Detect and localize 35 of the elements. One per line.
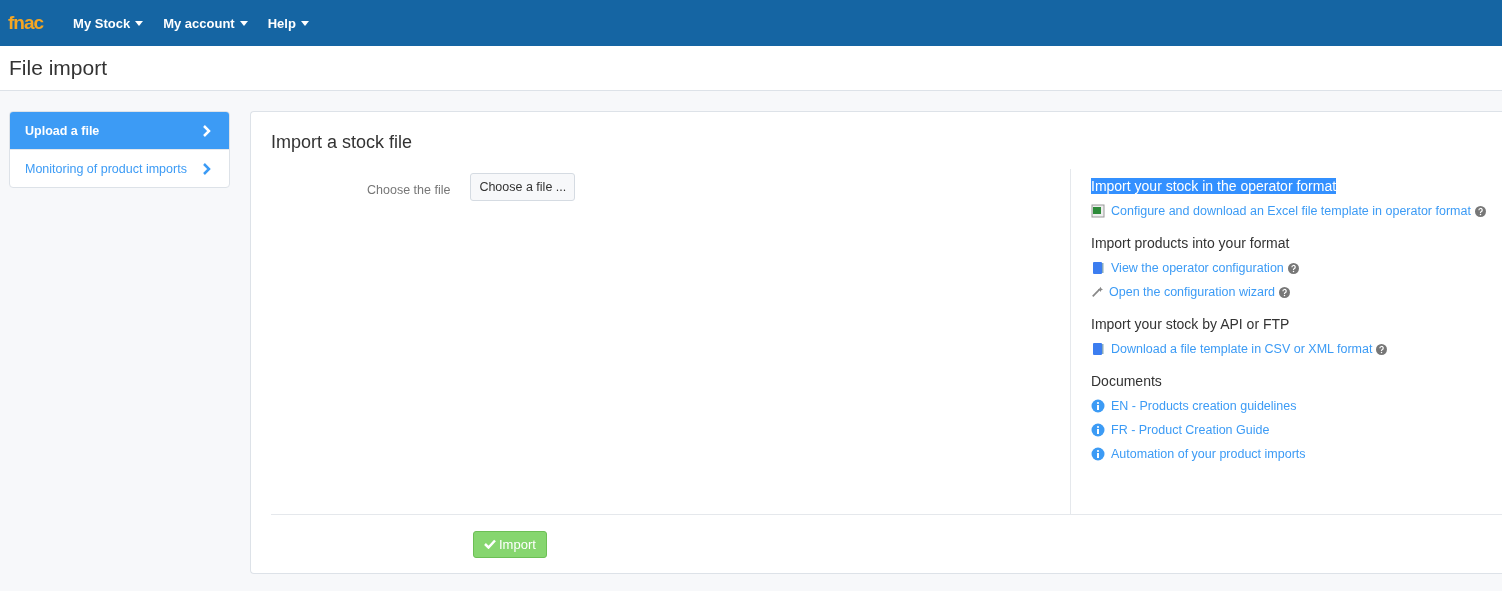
- book-icon: [1091, 261, 1105, 275]
- help-icon: [1279, 286, 1291, 298]
- chevron-icon: [203, 124, 211, 137]
- import-button[interactable]: Import: [473, 530, 547, 558]
- section-heading: Import your stock by API or FTP: [1091, 316, 1290, 332]
- nav-menu[interactable]: Help: [267, 15, 309, 31]
- help-link[interactable]: EN - Products creation guidelines: [1111, 399, 1297, 413]
- help-icon: [1287, 262, 1299, 274]
- sidebar-item[interactable]: Monitoring of product imports: [10, 149, 229, 187]
- choose-file-button[interactable]: Choose a file ...: [470, 173, 576, 201]
- logo[interactable]: fnac: [8, 12, 44, 34]
- section-heading: Documents: [1091, 373, 1162, 389]
- check-icon: [484, 539, 496, 549]
- help-link[interactable]: Automation of your product imports: [1111, 447, 1306, 461]
- info-icon: [1091, 447, 1105, 461]
- help-link[interactable]: FR - Product Creation Guide: [1111, 423, 1270, 437]
- wand-icon: [1091, 286, 1103, 298]
- caret-icon: [300, 20, 309, 26]
- field-label: Choose the file: [367, 183, 451, 197]
- info-icon: [1091, 399, 1105, 413]
- caret-icon: [239, 20, 248, 26]
- nav-menu[interactable]: My account: [163, 15, 248, 31]
- info-icon: [1091, 423, 1105, 437]
- section-heading: Import your stock in the operator format: [1091, 178, 1337, 194]
- section-heading: Import products into your format: [1091, 235, 1290, 251]
- page-title: File import: [9, 56, 108, 80]
- chevron-icon: [203, 162, 211, 175]
- panel-title: Import a stock file: [271, 132, 414, 153]
- nav-menu[interactable]: My Stock: [73, 15, 144, 31]
- help-icon: [1376, 343, 1388, 355]
- book-icon: [1091, 342, 1105, 356]
- sidebar-item[interactable]: Upload a file: [10, 112, 229, 149]
- help-icon: [1474, 205, 1486, 217]
- caret-icon: [135, 20, 144, 26]
- spreadsheet-icon: [1091, 204, 1105, 218]
